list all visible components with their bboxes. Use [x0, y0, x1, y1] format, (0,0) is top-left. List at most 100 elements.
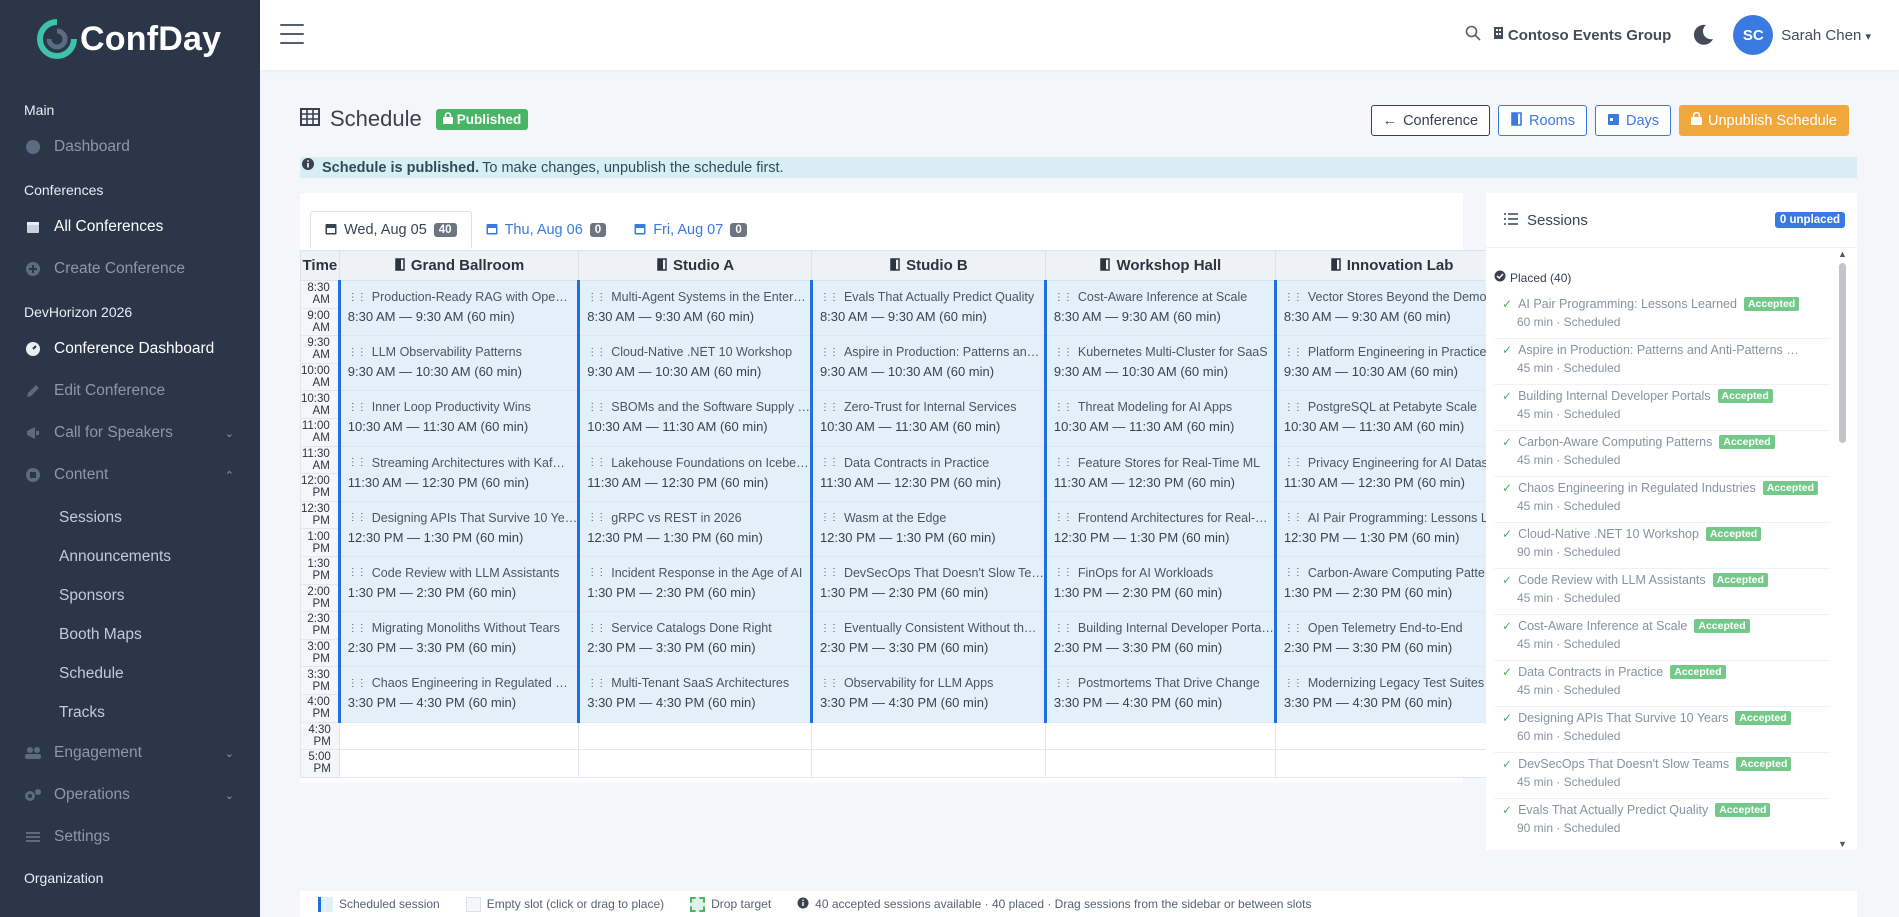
- session-card[interactable]: ⋮⋮ Evals That Actually Predict Quality 8:3…: [813, 281, 1044, 324]
- scheduled-session[interactable]: ⋮⋮ FinOps for AI Workloads 1:30 PM — 2:30 …: [1043, 555, 1276, 613]
- placed-group-header[interactable]: Placed (40): [1494, 270, 1571, 285]
- drag-handle-icon[interactable]: ⋮⋮: [1284, 292, 1303, 303]
- scheduled-session[interactable]: ⋮⋮ Data Contracts in Practice 11:30 AM — 1…: [809, 445, 1046, 502]
- list-item[interactable]: ✓ Data Contracts in Practice Accepted 45 mi…: [1494, 661, 1830, 707]
- session-card[interactable]: ⋮⋮ Observability for LLM Apps 3:30 PM — 4:…: [813, 667, 1044, 710]
- list-item[interactable]: ✓ Cost-Aware Inference at Scale Accepted 45…: [1494, 615, 1830, 661]
- scheduled-session[interactable]: ⋮⋮ Inner Loop Productivity Wins 10:30 AM —…: [337, 390, 580, 447]
- scheduled-session[interactable]: ⋮⋮ Threat Modeling for AI Apps 10:30 AM — …: [1043, 390, 1276, 447]
- session-card[interactable]: ⋮⋮ Lakehouse Foundations on Icebe… 11:30 A…: [580, 447, 810, 490]
- session-card[interactable]: ⋮⋮ Eventually Consistent Without th… 2:30 …: [813, 612, 1044, 655]
- session-card[interactable]: ⋮⋮ Postmortems That Drive Change 3:30 PM —…: [1047, 667, 1274, 710]
- session-card[interactable]: ⋮⋮ Vector Stores Beyond the Demo 8:30 AM —…: [1277, 281, 1507, 324]
- session-card[interactable]: ⋮⋮ Frontend Architectures for Real-… 12:30…: [1047, 502, 1274, 545]
- app-logo[interactable]: ConfDay: [0, 0, 260, 78]
- drag-handle-icon[interactable]: ⋮⋮: [820, 292, 839, 303]
- empty-slot[interactable]: [338, 749, 580, 778]
- nav-sub-announcements[interactable]: Announcements: [0, 537, 260, 576]
- drag-handle-icon[interactable]: ⋮⋮: [348, 457, 367, 468]
- nav-sub-booth-maps[interactable]: Booth Maps: [0, 615, 260, 654]
- scheduled-session[interactable]: ⋮⋮ Kubernetes Multi-Cluster for SaaS 9:30 …: [1043, 335, 1276, 392]
- session-card[interactable]: ⋮⋮ Designing APIs That Survive 10 Ye… 12:3…: [341, 502, 577, 545]
- scheduled-session[interactable]: ⋮⋮ AI Pair Programming: Lessons Le… 12:30 …: [1273, 500, 1509, 557]
- session-card[interactable]: ⋮⋮ Migrating Monoliths Without Tears 2:30 …: [341, 612, 577, 655]
- org-switcher[interactable]: Contoso Events Group: [1493, 26, 1671, 44]
- dark-mode-toggle-icon[interactable]: [1691, 23, 1715, 47]
- session-card[interactable]: ⋮⋮ Aspire in Production: Patterns an… 9:30…: [813, 336, 1044, 379]
- scheduled-session[interactable]: ⋮⋮ Frontend Architectures for Real-… 12:30…: [1043, 500, 1276, 557]
- drag-handle-icon[interactable]: ⋮⋮: [1284, 402, 1303, 413]
- room-header[interactable]: Studio A: [578, 250, 812, 281]
- drag-handle-icon[interactable]: ⋮⋮: [1284, 512, 1303, 523]
- nav-sub-sessions[interactable]: Sessions: [0, 498, 260, 537]
- drag-handle-icon[interactable]: ⋮⋮: [1284, 567, 1303, 578]
- scheduled-session[interactable]: ⋮⋮ Streaming Architectures with Kaf… 11:30…: [337, 445, 580, 502]
- scheduled-session[interactable]: ⋮⋮ Lakehouse Foundations on Icebe… 11:30 A…: [577, 445, 812, 502]
- scroll-down-icon[interactable]: ▼: [1838, 839, 1847, 849]
- drag-handle-icon[interactable]: ⋮⋮: [348, 567, 367, 578]
- empty-slot[interactable]: [810, 721, 1046, 751]
- nav-edit-conference[interactable]: Edit Conference: [0, 370, 260, 412]
- drag-handle-icon[interactable]: ⋮⋮: [1054, 512, 1073, 523]
- session-card[interactable]: ⋮⋮ Zero-Trust for Internal Services 10:30 …: [813, 391, 1044, 434]
- list-item[interactable]: ✓ Code Review with LLM Assistants Accepted…: [1494, 569, 1830, 615]
- list-item[interactable]: ✓ AI Pair Programming: Lessons Learned Acc…: [1494, 293, 1830, 339]
- drag-handle-icon[interactable]: ⋮⋮: [348, 347, 367, 358]
- scheduled-session[interactable]: ⋮⋮ Multi-Tenant SaaS Architectures 3:30 PM…: [577, 666, 812, 723]
- nav-settings[interactable]: Settings: [0, 816, 260, 858]
- scheduled-session[interactable]: ⋮⋮ Open Telemetry End-to-End 2:30 PM — 3:3…: [1273, 611, 1509, 668]
- nav-sub-sponsors[interactable]: Sponsors: [0, 576, 260, 615]
- drag-handle-icon[interactable]: ⋮⋮: [587, 678, 606, 689]
- scheduled-session[interactable]: ⋮⋮ Production-Ready RAG with Ope… 8:30 AM …: [337, 279, 580, 337]
- scheduled-session[interactable]: ⋮⋮ SBOMs and the Software Supply … 10:30 A…: [577, 390, 812, 447]
- drag-handle-icon[interactable]: ⋮⋮: [1054, 347, 1073, 358]
- drag-handle-icon[interactable]: ⋮⋮: [1284, 347, 1303, 358]
- nav-engagement[interactable]: Engagement ⌄: [0, 732, 260, 774]
- list-item[interactable]: ✓ Chaos Engineering in Regulated Industri…: [1494, 477, 1830, 523]
- drag-handle-icon[interactable]: ⋮⋮: [348, 678, 367, 689]
- drag-handle-icon[interactable]: ⋮⋮: [1284, 623, 1303, 634]
- scheduled-session[interactable]: ⋮⋮ Cost-Aware Inference at Scale 8:30 AM —…: [1043, 279, 1276, 337]
- session-card[interactable]: ⋮⋮ PostgreSQL at Petabyte Scale 10:30 AM —…: [1277, 391, 1507, 434]
- day-tab-wed[interactable]: Wed, Aug 05 40: [310, 211, 472, 249]
- session-card[interactable]: ⋮⋮ DevSecOps That Doesn't Slow Te… 1:30 PM…: [813, 557, 1044, 600]
- drag-handle-icon[interactable]: ⋮⋮: [587, 567, 606, 578]
- drag-handle-icon[interactable]: ⋮⋮: [820, 623, 839, 634]
- scheduled-session[interactable]: ⋮⋮ Feature Stores for Real-Time ML 11:30 A…: [1043, 445, 1276, 502]
- scheduled-session[interactable]: ⋮⋮ Observability for LLM Apps 3:30 PM — 4:…: [809, 666, 1046, 723]
- session-card[interactable]: ⋮⋮ Threat Modeling for AI Apps 10:30 AM — …: [1047, 391, 1274, 434]
- scheduled-session[interactable]: ⋮⋮ Platform Engineering in Practice 9:30 A…: [1273, 335, 1509, 392]
- nav-create-conference[interactable]: Create Conference: [0, 248, 260, 290]
- drag-handle-icon[interactable]: ⋮⋮: [348, 292, 367, 303]
- scrollbar-thumb[interactable]: [1839, 263, 1846, 443]
- list-item[interactable]: ✓ Evals That Actually Predict Quality Acce…: [1494, 799, 1830, 843]
- session-card[interactable]: ⋮⋮ Data Contracts in Practice 11:30 AM — 1…: [813, 447, 1044, 490]
- empty-slot[interactable]: [810, 749, 1046, 778]
- scheduled-session[interactable]: ⋮⋮ Privacy Engineering for AI Datase… 11:3…: [1273, 445, 1509, 502]
- drag-handle-icon[interactable]: ⋮⋮: [1284, 457, 1303, 468]
- user-menu[interactable]: Sarah Chen ▾: [1781, 27, 1871, 44]
- scheduled-session[interactable]: ⋮⋮ Service Catalogs Done Right 2:30 PM — 3…: [577, 611, 812, 668]
- search-icon[interactable]: [1465, 25, 1481, 46]
- days-button[interactable]: Days: [1594, 105, 1672, 136]
- list-item[interactable]: ✓ Building Internal Developer Portals Acce…: [1494, 385, 1830, 431]
- room-header[interactable]: Workshop Hall: [1044, 250, 1276, 281]
- list-item[interactable]: ✓ Designing APIs That Survive 10 Years Acc…: [1494, 707, 1830, 753]
- drag-handle-icon[interactable]: ⋮⋮: [820, 512, 839, 523]
- scheduled-session[interactable]: ⋮⋮ Incident Response in the Age of AI 1:30…: [577, 555, 812, 613]
- session-card[interactable]: ⋮⋮ Inner Loop Productivity Wins 10:30 AM —…: [341, 391, 577, 434]
- scheduled-session[interactable]: ⋮⋮ DevSecOps That Doesn't Slow Te… 1:30 PM…: [809, 555, 1046, 613]
- session-card[interactable]: ⋮⋮ Carbon-Aware Computing Patte… 1:30 PM —…: [1277, 557, 1507, 600]
- nav-sub-tracks[interactable]: Tracks: [0, 693, 260, 732]
- day-tab-fri[interactable]: Fri, Aug 07 0: [620, 211, 761, 249]
- conference-button[interactable]: ← Conference: [1370, 105, 1491, 136]
- session-card[interactable]: ⋮⋮ Wasm at the Edge 12:30 PM — 1:30 PM (60…: [813, 502, 1044, 545]
- menu-toggle-icon[interactable]: [280, 24, 304, 46]
- scheduled-session[interactable]: ⋮⋮ Modernizing Legacy Test Suites 3:30 PM …: [1273, 666, 1509, 723]
- session-card[interactable]: ⋮⋮ Production-Ready RAG with Ope… 8:30 AM …: [341, 281, 577, 324]
- drag-handle-icon[interactable]: ⋮⋮: [1054, 678, 1073, 689]
- scheduled-session[interactable]: ⋮⋮ Aspire in Production: Patterns an… 9:30…: [809, 335, 1046, 392]
- scheduled-session[interactable]: ⋮⋮ Multi-Agent Systems in the Enter… 8:30 …: [577, 279, 812, 337]
- scheduled-session[interactable]: ⋮⋮ Zero-Trust for Internal Services 10:30 …: [809, 390, 1046, 447]
- scheduled-session[interactable]: ⋮⋮ Building Internal Developer Porta… 2:30…: [1043, 611, 1276, 668]
